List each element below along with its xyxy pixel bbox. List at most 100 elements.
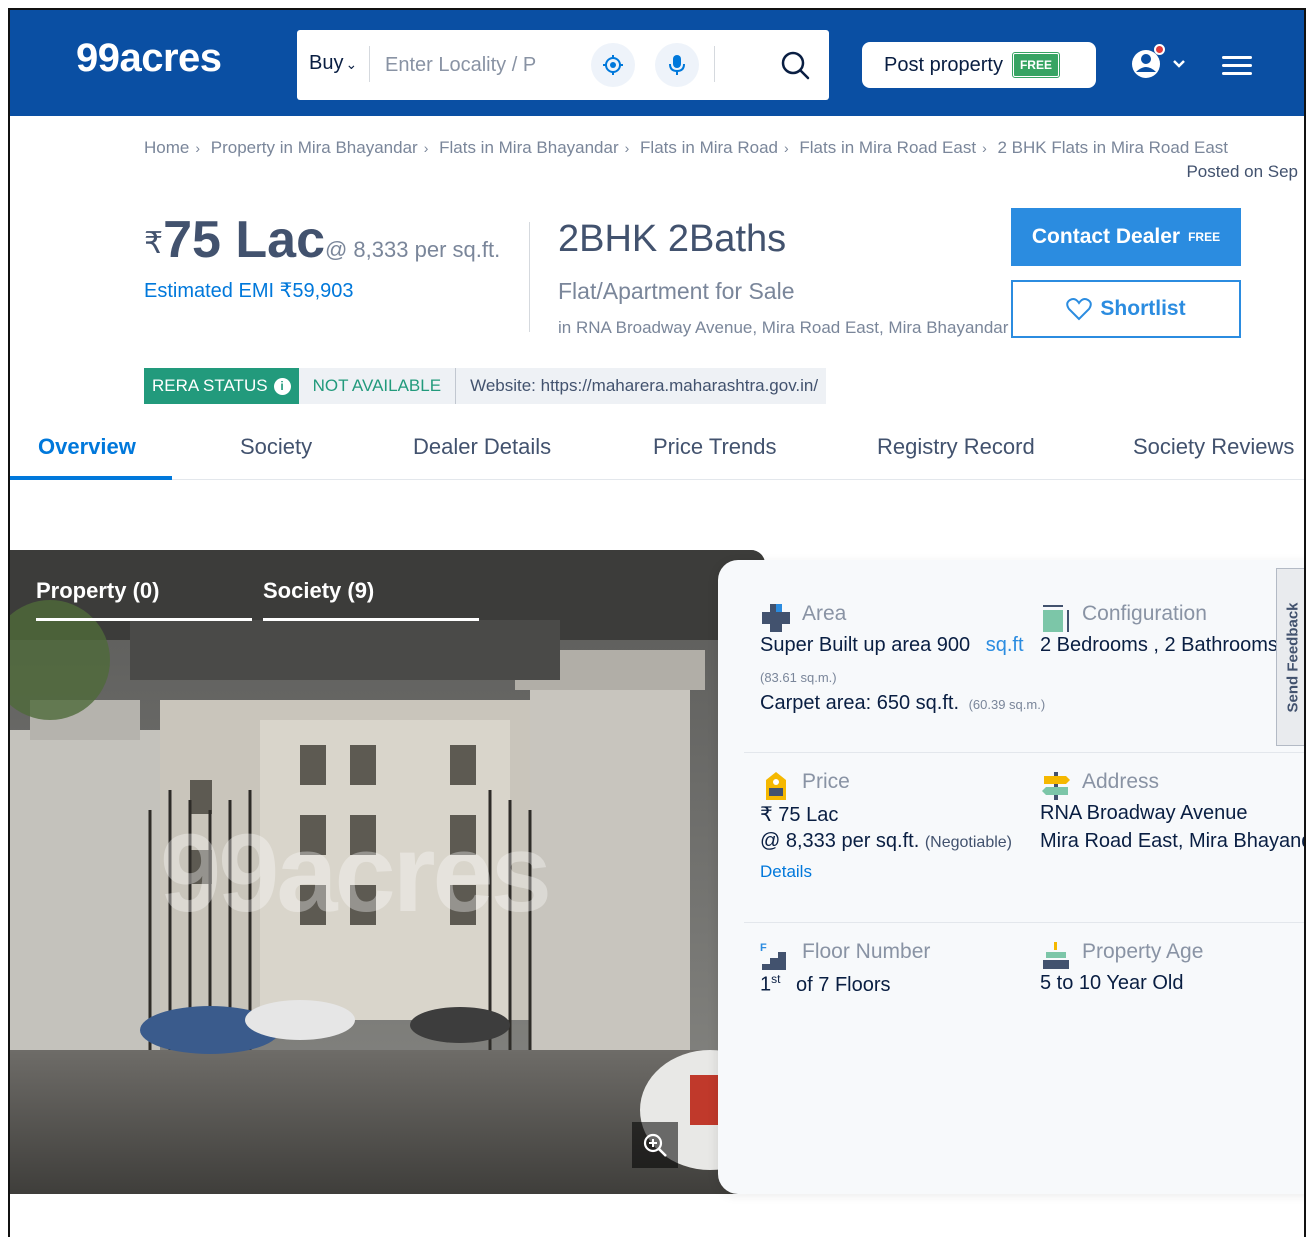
- configuration-label: Configuration: [1082, 602, 1207, 625]
- location-target-icon: [603, 55, 623, 75]
- tab-price-trends[interactable]: Price Trends: [653, 414, 777, 480]
- price-per-value: @ 8,333 per sq.ft.: [760, 830, 920, 852]
- post-property-label: Post property: [884, 53, 1003, 76]
- chevron-right-icon: ›: [195, 140, 201, 156]
- divider: [744, 752, 1304, 753]
- price-amount: 75 Lac: [163, 211, 325, 269]
- rera-website: Website: https://maharera.maharashtra.go…: [455, 368, 827, 404]
- price-per-unit: @ 8,333 per sq.ft. (Negotiable): [760, 830, 1012, 853]
- divider: [529, 222, 530, 332]
- super-built-value: Super Built up area 900: [760, 634, 971, 656]
- floor-number: 1: [760, 973, 772, 996]
- property-type: Flat/Apartment for Sale: [558, 278, 795, 304]
- breadcrumb-item[interactable]: Flats in Mira Road: [640, 138, 778, 157]
- voice-search-button[interactable]: [655, 43, 699, 87]
- area-unit-toggle[interactable]: sq.ft: [986, 634, 1024, 656]
- tab-dealer-details[interactable]: Dealer Details: [413, 414, 551, 480]
- user-menu[interactable]: [1130, 44, 1190, 84]
- rera-status-label: RERA STATUS: [152, 376, 268, 395]
- property-details-card: Area Super Built up area 900 sq.ft (83.6…: [718, 560, 1306, 1194]
- breadcrumb-item[interactable]: Property in Mira Bhayandar: [211, 138, 418, 157]
- heart-icon: [1066, 298, 1093, 321]
- divider: [744, 922, 1304, 923]
- area-label: Area: [802, 602, 847, 625]
- carpet-area: Carpet area: 650 sq.ft. (60.39 sq.m.): [760, 692, 1045, 715]
- floor-label: Floor Number: [802, 940, 931, 963]
- configuration-icon: [1043, 605, 1069, 632]
- breadcrumb-item[interactable]: Flats in Mira Road East: [799, 138, 976, 157]
- carpet-area-value: Carpet area: 650 sq.ft.: [760, 692, 960, 714]
- locality-search-input[interactable]: [385, 48, 555, 82]
- tab-society[interactable]: Society: [240, 414, 312, 480]
- post-property-button[interactable]: Post property FREE: [862, 42, 1096, 88]
- divider: [369, 46, 370, 82]
- tab-society-reviews[interactable]: Society Reviews: [1133, 414, 1294, 480]
- gallery-tab-property[interactable]: Property (0): [36, 578, 159, 604]
- address-line1: RNA Broadway Avenue: [1040, 802, 1248, 824]
- microphone-icon: [669, 55, 685, 75]
- shortlist-label: Shortlist: [1100, 297, 1186, 320]
- super-built-sqm: (83.61 sq.m.): [760, 670, 837, 685]
- zoom-button[interactable]: [632, 1122, 678, 1168]
- rera-status-value: NOT AVAILABLE: [298, 368, 456, 404]
- svg-text:F: F: [760, 942, 767, 954]
- chevron-down-icon: ⌄: [345, 56, 358, 72]
- address-signpost-icon: [1042, 772, 1070, 800]
- floor-icon: F: [760, 942, 786, 970]
- floor-total: of 7 Floors: [796, 973, 891, 996]
- buy-label: Buy: [309, 52, 344, 74]
- notification-dot: [1154, 44, 1165, 55]
- negotiable-tag: (Negotiable): [924, 834, 1012, 851]
- tab-registry-record[interactable]: Registry Record: [877, 414, 1035, 480]
- address-label: Address: [1082, 770, 1160, 793]
- listing-config: 2BHK 2Baths: [558, 218, 787, 260]
- breadcrumb-item[interactable]: 2 BHK Flats in Mira Road East: [997, 138, 1228, 157]
- send-feedback-button[interactable]: Send Feedback: [1276, 568, 1304, 746]
- gallery-tab-underline: [36, 618, 252, 621]
- property-address: in RNA Broadway Avenue, Mira Road East, …: [558, 318, 1009, 337]
- price-details-link[interactable]: Details: [760, 862, 812, 882]
- active-tab-indicator: [10, 476, 172, 480]
- free-badge: FREE: [1011, 52, 1060, 78]
- send-feedback-label: Send Feedback: [1285, 601, 1303, 713]
- info-icon[interactable]: i: [273, 377, 291, 395]
- contact-dealer-button[interactable]: Contact Dealer FREE: [1011, 208, 1241, 266]
- top-header: 99acres Buy ⌄ Enter Locality / P Post pr…: [10, 10, 1304, 116]
- gallery-tab-underline: [263, 618, 479, 621]
- price-tag-icon: [766, 772, 786, 800]
- gallery-watermark: 99acres: [160, 812, 552, 935]
- floor-suffix: st: [771, 972, 781, 986]
- posted-date: Posted on Sep: [1186, 162, 1298, 181]
- page-frame: 99acres Buy ⌄ Enter Locality / P Post pr…: [8, 8, 1306, 1237]
- address-line2: Mira Road East, Mira Bhayandar: [1040, 830, 1306, 852]
- gps-location-button[interactable]: [591, 43, 635, 87]
- site-logo[interactable]: 99acres: [76, 36, 222, 81]
- contact-dealer-label: Contact Dealer: [1031, 225, 1181, 248]
- hamburger-menu-icon[interactable]: [1222, 56, 1252, 78]
- breadcrumb-home[interactable]: Home: [144, 138, 189, 157]
- photo-gallery[interactable]: 99acres Property (0) Society (9): [10, 550, 765, 1194]
- property-age-label: Property Age: [1082, 940, 1204, 963]
- chevron-right-icon: ›: [982, 140, 987, 156]
- chevron-right-icon: ›: [624, 140, 630, 156]
- property-age-icon: [1043, 942, 1069, 969]
- price-value: ₹ 75 Lac: [760, 804, 839, 826]
- tab-overview[interactable]: Overview: [38, 414, 136, 480]
- chevron-right-icon: ›: [783, 140, 789, 156]
- shortlist-button[interactable]: Shortlist: [1011, 280, 1241, 338]
- rera-status-bar: RERA STATUS i NOT AVAILABLE Website: htt…: [144, 368, 827, 404]
- free-badge: FREE: [1188, 230, 1221, 244]
- price-heading: ₹75 Lac@ 8,333 per sq.ft.: [144, 210, 500, 270]
- buy-dropdown[interactable]: Buy ⌄: [309, 52, 357, 75]
- breadcrumb-item[interactable]: Flats in Mira Bhayandar: [439, 138, 619, 157]
- property-age-value: 5 to 10 Year Old: [1040, 972, 1184, 994]
- section-tabs: Overview Society Dealer Details Price Tr…: [10, 414, 1304, 480]
- configuration-value: 2 Bedrooms , 2 Bathrooms: [1040, 634, 1278, 656]
- floor-value: 1st of 7 Floors: [760, 972, 891, 997]
- gallery-tab-society[interactable]: Society (9): [263, 578, 374, 604]
- price-per-sqft: @ 8,333 per sq.ft.: [324, 237, 501, 262]
- chevron-right-icon: ›: [423, 140, 429, 156]
- emi-link[interactable]: Estimated EMI ₹59,903: [144, 278, 354, 303]
- search-button[interactable]: [775, 45, 815, 85]
- breadcrumb: Home › Property in Mira Bhayandar › Flats …: [144, 138, 1234, 158]
